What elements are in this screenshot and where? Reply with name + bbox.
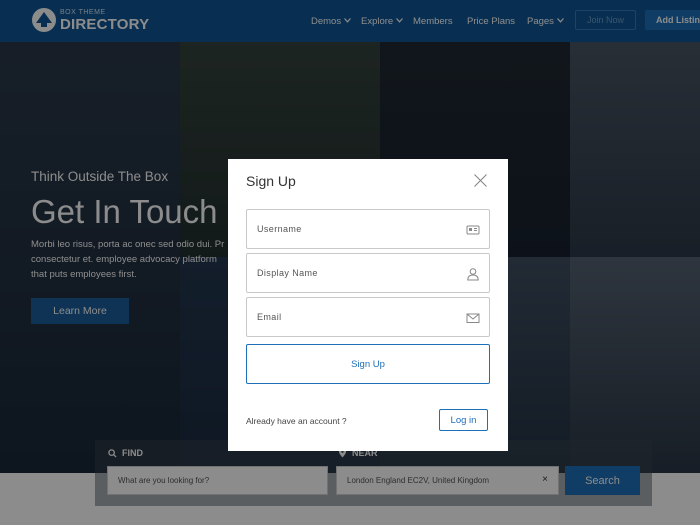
- username-field: [246, 209, 490, 249]
- email-field: [246, 297, 490, 337]
- modal-title: Sign Up: [246, 173, 296, 189]
- have-account-text: Already have an account ?: [246, 416, 347, 426]
- display-name-input[interactable]: [247, 254, 489, 292]
- id-card-icon: [466, 223, 480, 237]
- envelope-icon: [466, 311, 480, 325]
- user-icon: [466, 267, 480, 281]
- login-button[interactable]: Log in: [439, 409, 488, 431]
- username-input[interactable]: [247, 210, 489, 248]
- display-name-field: [246, 253, 490, 293]
- signup-modal: Sign Up Sign Up Already have an account …: [228, 159, 508, 451]
- close-icon[interactable]: [473, 173, 488, 188]
- signup-button[interactable]: Sign Up: [246, 344, 490, 384]
- email-input[interactable]: [247, 298, 489, 336]
